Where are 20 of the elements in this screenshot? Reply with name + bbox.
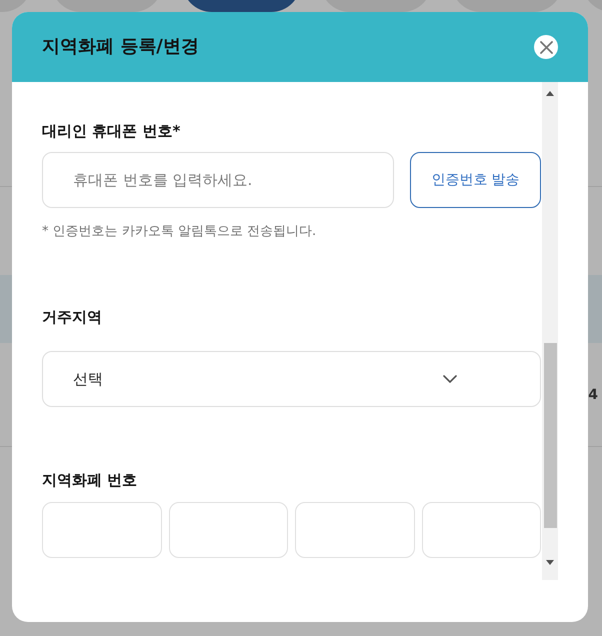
dialog-title: 지역화폐 등록/변경 [42, 35, 199, 59]
chevron-down-icon [443, 375, 457, 383]
field-label: 대리인 휴대폰 번호* [42, 121, 180, 141]
region-select[interactable]: 선택 [42, 351, 541, 407]
field-label: 지역화폐 번호 [42, 470, 138, 490]
send-code-button[interactable]: 인증번호 발송 [410, 152, 541, 208]
card-number-field[interactable] [168, 502, 288, 558]
field-label: 거주지역 [42, 307, 102, 327]
card-number-field[interactable] [42, 502, 162, 558]
close-button[interactable] [534, 35, 558, 59]
close-icon [540, 40, 552, 54]
scrollbar-thumb[interactable] [544, 343, 556, 528]
card-number-field[interactable] [295, 502, 414, 558]
number-text: 4 [588, 386, 598, 404]
card-number-field[interactable] [422, 502, 541, 558]
phone-input[interactable]: 휴대폰 번호를 입력하세요. [42, 152, 394, 208]
scrollbar[interactable] [542, 82, 558, 580]
caret-down-icon[interactable] [546, 560, 554, 565]
helper-text: * 인증번호는 카카오톡 알림톡으로 전송됩니다. [42, 223, 316, 241]
caret-up-icon[interactable] [546, 90, 554, 96]
